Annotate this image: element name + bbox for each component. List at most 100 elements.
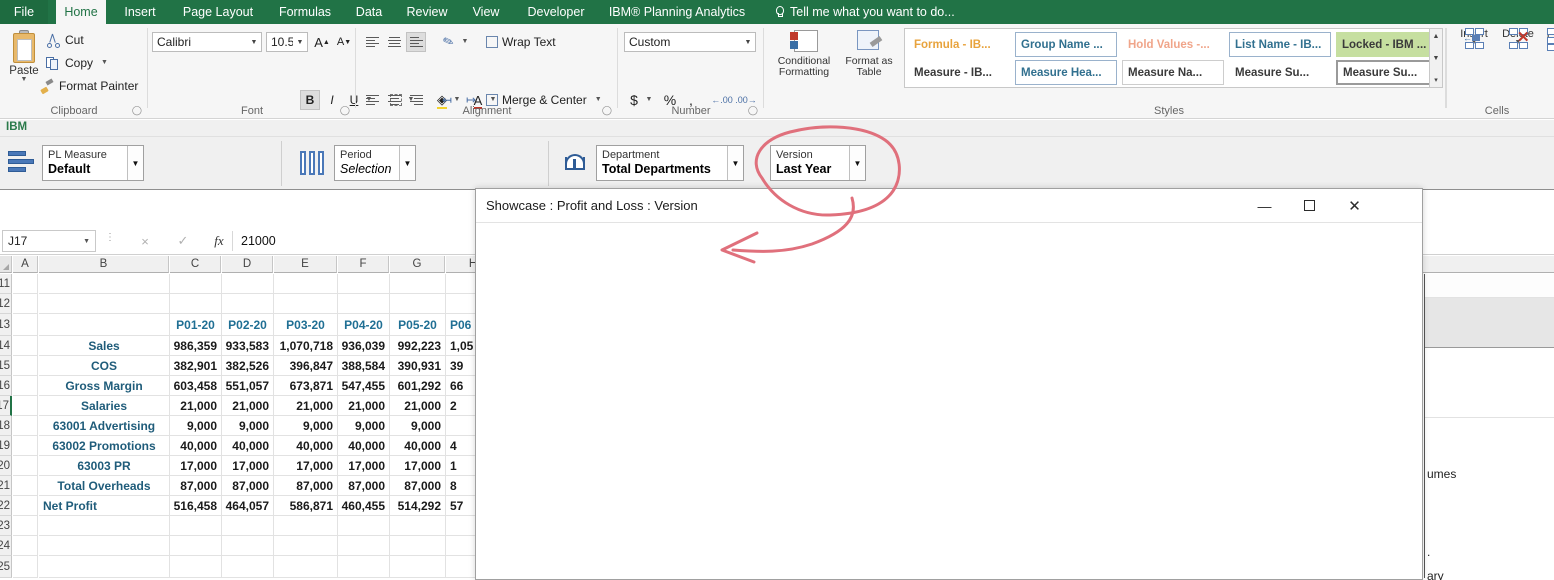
cut-button[interactable]: Cut [46, 30, 84, 50]
cell-d15[interactable]: 382,526 [222, 356, 274, 376]
cell-a22[interactable] [13, 496, 38, 516]
cell-c25[interactable] [170, 556, 222, 578]
cell-a19[interactable] [13, 436, 38, 456]
cell-f20[interactable]: 17,000 [338, 456, 390, 476]
cell-d11[interactable] [222, 274, 274, 294]
cell-g25[interactable] [390, 556, 446, 578]
cell-b12[interactable] [39, 294, 170, 314]
style-tile-formula[interactable]: Formula - IB... [908, 32, 1010, 57]
tab-review[interactable]: Review [396, 0, 458, 24]
row-header-25[interactable]: 25 [0, 556, 12, 578]
orientation-dropdown[interactable]: ▼ [460, 32, 470, 52]
number-format-combo[interactable]: Custom ▼ [624, 32, 756, 52]
tab-insert[interactable]: Insert [112, 0, 168, 24]
tell-me-search[interactable]: Tell me what you want to do... [766, 0, 963, 24]
cell-e11[interactable] [274, 274, 338, 294]
cell-b22[interactable]: Net Profit [39, 496, 170, 516]
rows-icon[interactable] [8, 151, 34, 175]
column-header-f[interactable]: F [338, 256, 389, 273]
enter-formula-button[interactable]: ✓ [170, 231, 196, 251]
shrink-font-button[interactable]: A ▼ [334, 32, 354, 52]
cell-e12[interactable] [274, 294, 338, 314]
right-cell-upper[interactable] [1425, 274, 1554, 298]
cell-g19[interactable]: 40,000 [390, 436, 446, 456]
row-header-15[interactable]: 15 [0, 356, 12, 376]
dialog-content-area[interactable] [476, 223, 1422, 579]
cell-b21[interactable]: Total Overheads [39, 476, 170, 496]
cell-f24[interactable] [338, 536, 390, 556]
cell-c17[interactable]: 21,000 [170, 396, 222, 416]
scroll-up-icon[interactable]: ▲ [1430, 29, 1442, 43]
conditional-formatting-button[interactable]: Conditional Formatting [772, 28, 836, 100]
cell-a24[interactable] [13, 536, 38, 556]
row-header-24[interactable]: 24 [0, 536, 12, 556]
style-tile-list-name[interactable]: List Name - IB... [1229, 32, 1331, 57]
cell-e24[interactable] [274, 536, 338, 556]
style-tile-hold-values[interactable]: Hold Values -... [1122, 32, 1224, 57]
cell-f18[interactable]: 9,000 [338, 416, 390, 436]
cell-f11[interactable] [338, 274, 390, 294]
cell-c11[interactable] [170, 274, 222, 294]
style-tile-measure[interactable]: Measure - IB... [908, 60, 1010, 85]
cell-d23[interactable] [222, 516, 274, 536]
row-header-14[interactable]: 14 [0, 336, 12, 356]
cell-f19[interactable]: 40,000 [338, 436, 390, 456]
cancel-formula-button[interactable]: × [132, 231, 158, 251]
tab-page-layout[interactable]: Page Layout [170, 0, 266, 24]
cell-g11[interactable] [390, 274, 446, 294]
cell-b19[interactable]: 63002 Promotions [39, 436, 170, 456]
tab-ibm-planning-analytics[interactable]: IBM® Planning Analytics [602, 0, 752, 24]
cell-b24[interactable] [39, 536, 170, 556]
style-tile-measure-sub-a[interactable]: Measure Su... [1229, 60, 1331, 85]
cell-e17[interactable]: 21,000 [274, 396, 338, 416]
format-cells-button[interactable]: For [1540, 28, 1554, 102]
cell-c21[interactable]: 87,000 [170, 476, 222, 496]
cell-b20[interactable]: 63003 PR [39, 456, 170, 476]
cell-c22[interactable]: 516,458 [170, 496, 222, 516]
cell-d17[interactable]: 21,000 [222, 396, 274, 416]
cell-c16[interactable]: 603,458 [170, 376, 222, 396]
cell-e18[interactable]: 9,000 [274, 416, 338, 436]
chevron-down-icon[interactable]: ▼ [399, 146, 415, 180]
cell-b25[interactable] [39, 556, 170, 578]
cell-g17[interactable]: 21,000 [390, 396, 446, 416]
cell-g20[interactable]: 17,000 [390, 456, 446, 476]
right-cell-mid[interactable] [1425, 348, 1554, 418]
cell-a11[interactable] [13, 274, 38, 294]
insert-cells-button[interactable]: ← Insert ▼ [1452, 28, 1496, 102]
maximize-button[interactable] [1287, 189, 1332, 222]
number-dialog-launcher[interactable]: ◯ [748, 105, 758, 116]
cell-a12[interactable] [13, 294, 38, 314]
cell-a17[interactable] [13, 396, 38, 416]
cell-e23[interactable] [274, 516, 338, 536]
cell-d16[interactable]: 551,057 [222, 376, 274, 396]
cell-e25[interactable] [274, 556, 338, 578]
cell-c13[interactable]: P01-20 [170, 314, 222, 336]
cell-f21[interactable]: 87,000 [338, 476, 390, 496]
column-header-c[interactable]: C [170, 256, 221, 273]
style-tile-group-name[interactable]: Group Name ... [1015, 32, 1117, 57]
cell-e21[interactable]: 87,000 [274, 476, 338, 496]
cell-e20[interactable]: 17,000 [274, 456, 338, 476]
cell-e14[interactable]: 1,070,718 [274, 336, 338, 356]
grow-font-button[interactable]: A ▲ [312, 32, 332, 52]
department-dropdown[interactable]: Department Total Departments ▼ [596, 145, 744, 181]
select-all-corner[interactable] [0, 256, 12, 273]
style-tile-locked[interactable]: Locked - IBM ... [1336, 32, 1438, 57]
tab-home[interactable]: Home [56, 0, 106, 24]
cell-f13[interactable]: P04-20 [338, 314, 390, 336]
font-name-combo[interactable]: Calibri ▼ [152, 32, 262, 52]
row-header-20[interactable]: 20 [0, 456, 12, 476]
cell-a15[interactable] [13, 356, 38, 376]
scroll-down-icon[interactable]: ▼ [1430, 51, 1442, 65]
cell-g14[interactable]: 992,223 [390, 336, 446, 356]
tab-view[interactable]: View [462, 0, 510, 24]
gallery-scrollbar[interactable]: ▲ ▼ ▾ [1429, 28, 1443, 88]
row-header-21[interactable]: 21 [0, 476, 12, 496]
period-dropdown[interactable]: Period Selection ▼ [334, 145, 416, 181]
cell-d24[interactable] [222, 536, 274, 556]
cell-f16[interactable]: 547,455 [338, 376, 390, 396]
cell-d20[interactable]: 17,000 [222, 456, 274, 476]
clipboard-dialog-launcher[interactable]: ◯ [132, 105, 142, 116]
cell-d14[interactable]: 933,583 [222, 336, 274, 356]
